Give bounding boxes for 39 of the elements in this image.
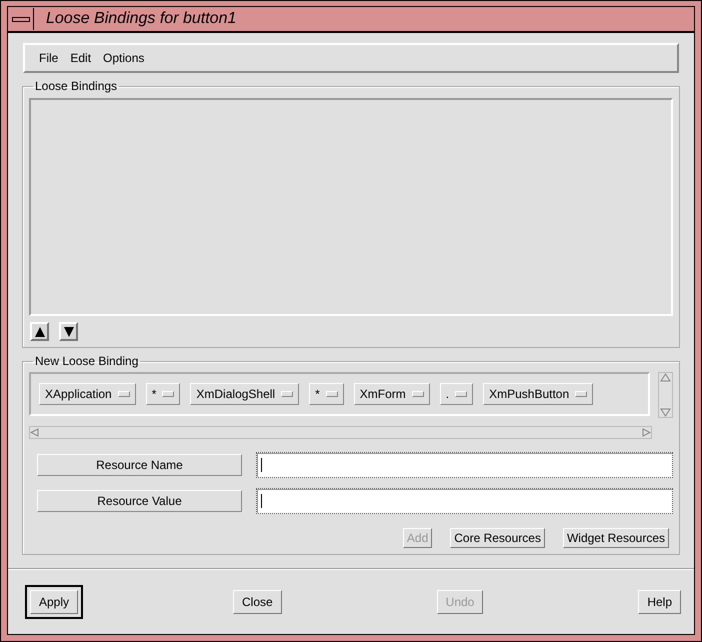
window-title: Loose Bindings for button1	[46, 10, 236, 28]
horizontal-scrollbar[interactable]	[29, 426, 652, 439]
option-indicator-icon	[162, 391, 174, 397]
move-up-button[interactable]	[30, 322, 49, 341]
option-indicator-icon	[118, 391, 130, 397]
option-menu[interactable]: XmPushButton	[483, 383, 594, 405]
scroll-up-arrow-icon[interactable]	[660, 373, 671, 382]
vertical-scrollbar[interactable]	[658, 372, 673, 418]
option-menu[interactable]: XmForm	[354, 383, 430, 405]
group-title: Loose Bindings	[34, 79, 118, 93]
up-arrow-icon	[34, 326, 46, 338]
scroll-right-arrow-icon[interactable]	[642, 428, 651, 437]
option-menu[interactable]: *	[309, 383, 344, 405]
resource-label-button[interactable]: Resource Name	[37, 454, 242, 476]
group-title: New Loose Binding	[34, 354, 140, 368]
input-field[interactable]	[256, 452, 673, 478]
menu-item[interactable]: Options	[97, 51, 150, 65]
action-button[interactable]: Widget Resources	[562, 528, 669, 548]
option-indicator-icon	[326, 391, 338, 397]
down-arrow-icon	[62, 326, 74, 338]
dialog-button[interactable]: Close	[233, 590, 282, 614]
input-field[interactable]	[256, 488, 673, 514]
option-menu[interactable]: XmDialogShell	[190, 383, 300, 405]
action-button[interactable]: Core Resources	[450, 528, 545, 548]
dialog-button[interactable]: Help	[638, 590, 681, 614]
scroll-down-arrow-icon[interactable]	[660, 408, 671, 417]
option-indicator-icon	[455, 391, 468, 397]
dialog-button[interactable]: Apply	[30, 590, 78, 614]
menu-item[interactable]: File	[33, 51, 64, 65]
option-indicator-icon	[281, 391, 294, 397]
option-menu[interactable]: XApplication	[39, 383, 136, 405]
resource-label-button[interactable]: Resource Value	[37, 490, 242, 512]
option-indicator-icon	[575, 391, 588, 397]
scroll-left-arrow-icon[interactable]	[30, 428, 39, 437]
move-down-button[interactable]	[59, 322, 78, 341]
option-menu[interactable]: .	[440, 383, 474, 405]
option-indicator-icon	[412, 391, 424, 397]
menu-item[interactable]: Edit	[64, 51, 98, 65]
option-menu[interactable]: *	[146, 383, 180, 405]
